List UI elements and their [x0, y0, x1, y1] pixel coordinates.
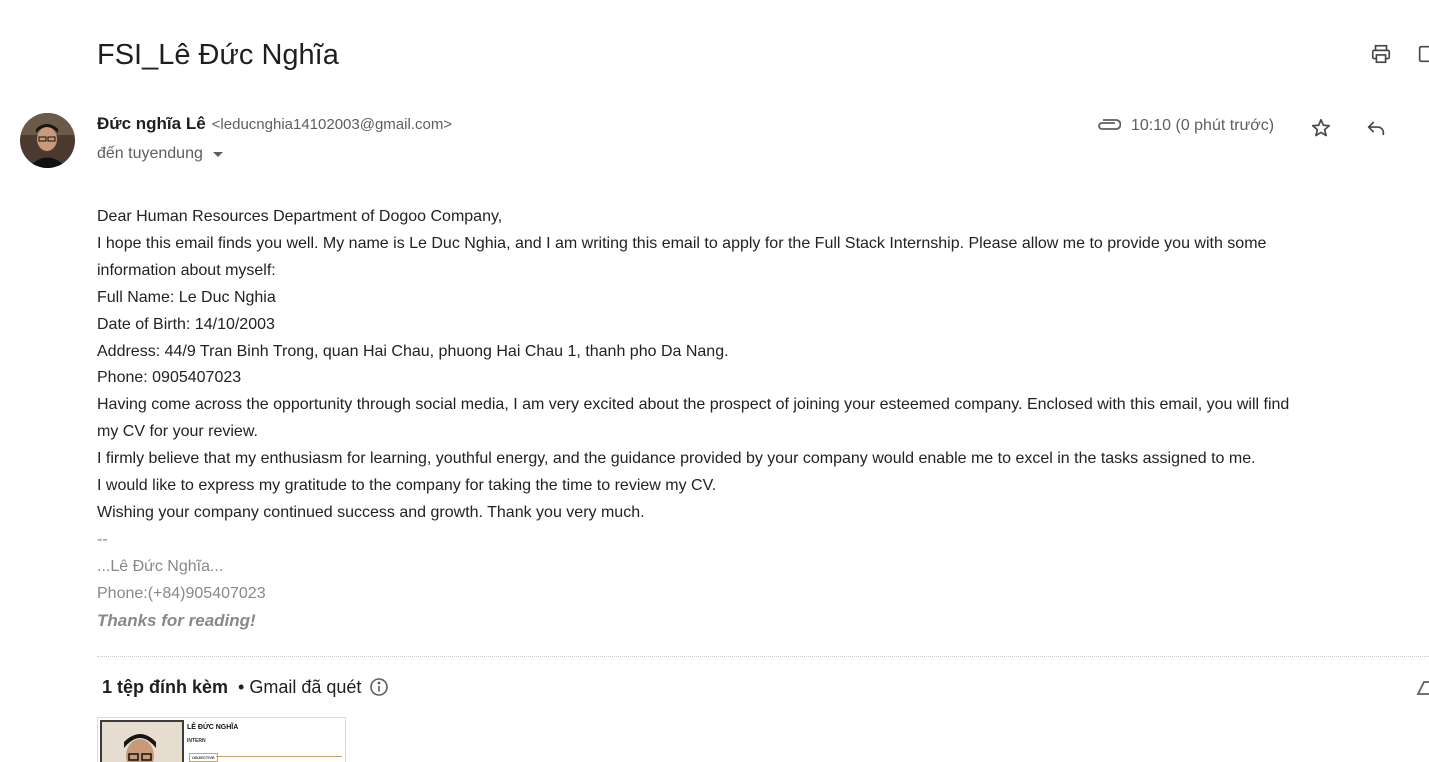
sender-name[interactable]: Đức nghĩa Lê — [97, 114, 206, 134]
chevron-down-icon[interactable] — [212, 151, 223, 157]
reply-icon[interactable] — [1362, 114, 1390, 142]
attachments-header: 1 tệp đính kèm • Gmail đã quét — [102, 674, 389, 700]
message-time: 10:10 (0 phút trước) — [1131, 117, 1275, 134]
body-line: Date of Birth: 14/10/2003 — [97, 315, 275, 333]
attachment-count: 1 tệp đính kèm — [102, 676, 229, 697]
body-line: Address: 44/9 Tran Binh Trong, quan Hai … — [97, 342, 729, 360]
email-body: Dear Human Resources Department of Dogoo… — [97, 204, 1429, 635]
body-line: I would like to express my gratitude to … — [97, 477, 717, 495]
scan-status: • Gmail đã quét — [238, 676, 362, 697]
sender-line: Đức nghĩa Lê <leducnghia14102003@gmail.c… — [97, 114, 452, 138]
body-line: Dear Human Resources Department of Dogoo… — [97, 208, 503, 225]
message-meta: 10:10 (0 phút trước) — [1095, 112, 1274, 140]
email-subject: FSI_Lê Đức Nghĩa — [97, 39, 339, 71]
body-line: Phone: 0905407023 — [97, 369, 242, 387]
drive-icon[interactable] — [1416, 674, 1429, 698]
body-line: Wishing your company continued success a… — [97, 503, 645, 521]
body-line: information about myself: — [97, 261, 276, 279]
cv-rule — [216, 756, 342, 757]
info-icon[interactable] — [369, 677, 389, 697]
star-icon[interactable] — [1307, 114, 1335, 142]
email-view: FSI_Lê Đức Nghĩa Đức nghĩa Lê <leducnghi… — [0, 0, 1429, 762]
recipients-line: đến tuyendung — [97, 143, 223, 165]
signature-thanks: Thanks for reading! — [97, 610, 256, 630]
attachment-thumbnail[interactable]: LÊ ĐỨC NGHĨA INTERN OBJECTIVE — [97, 717, 346, 762]
body-line: Having come across the opportunity throu… — [97, 396, 1290, 414]
cv-name: LÊ ĐỨC NGHĨA — [187, 724, 239, 731]
body-line: I firmly believe that my enthusiasm for … — [97, 450, 1256, 468]
body-line: I hope this email finds you well. My nam… — [97, 234, 1267, 252]
signature-name: ...Lê Đức Nghĩa... — [97, 557, 224, 575]
cv-photo — [100, 720, 184, 762]
sender-email: <leducnghia14102003@gmail.com> — [211, 116, 453, 133]
paperclip-icon — [1095, 116, 1123, 136]
body-line: Full Name: Le Duc Nghia — [97, 288, 276, 306]
print-icon[interactable] — [1367, 40, 1395, 68]
open-in-new-window-icon[interactable] — [1413, 40, 1429, 68]
recipient-label: đến tuyendung — [97, 145, 203, 162]
sender-avatar[interactable] — [20, 113, 75, 168]
signature-phone: Phone:(+84)905407023 — [97, 584, 266, 602]
signature-separator: -- — [97, 530, 108, 548]
cv-section: OBJECTIVE — [189, 753, 218, 762]
cv-role: INTERN — [187, 738, 206, 744]
body-line: my CV for your review. — [97, 423, 258, 441]
attachments-divider — [97, 656, 1429, 657]
